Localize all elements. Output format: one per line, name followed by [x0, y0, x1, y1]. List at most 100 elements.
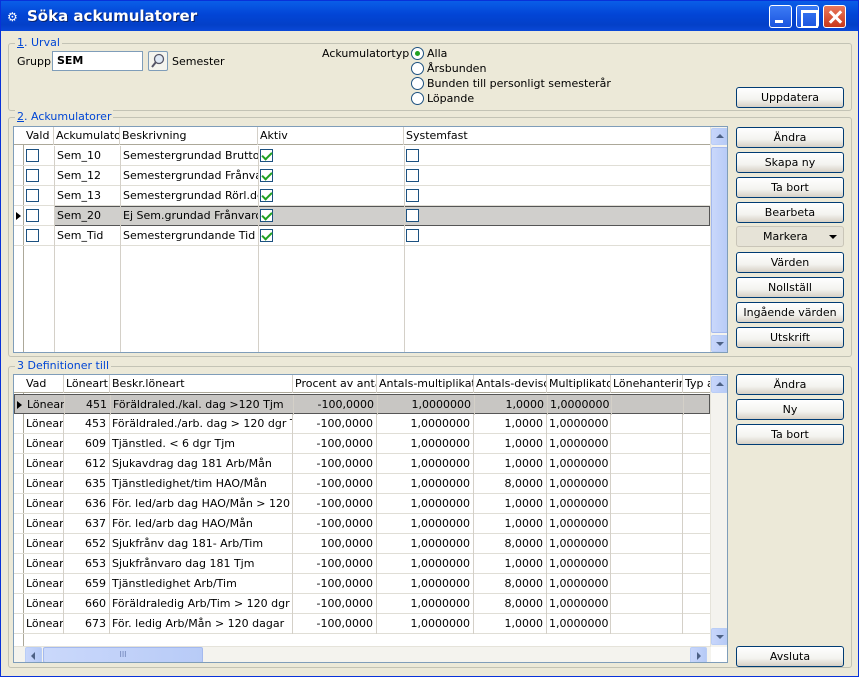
aktiv-checkbox[interactable]	[260, 229, 273, 242]
nollstall-button[interactable]: Nollställ	[736, 277, 844, 298]
andra-button[interactable]: Ändra	[736, 127, 844, 148]
scroll-down-button[interactable]	[711, 628, 727, 645]
antals-multiplikator-cell: 1,0000000	[378, 395, 475, 415]
vald-checkbox[interactable]	[26, 189, 39, 202]
col-loneart[interactable]: Löneart	[64, 375, 110, 393]
definition-row[interactable]: Löneart 673 För. ledig Arb/Mån > 120 dagar…	[14, 614, 710, 634]
definition-row[interactable]: Löneart 660 Föräldraledig Arb/Tim > 120 dg…	[14, 594, 710, 614]
scroll-up-button[interactable]	[711, 376, 727, 393]
avsluta-button[interactable]: Avsluta	[736, 646, 844, 667]
definition-row[interactable]: Löneart 659 Tjänstledighet Arb/Tim -100,000…	[14, 574, 710, 594]
radio-label: Löpande	[427, 92, 475, 105]
radio-arsbunden[interactable]: Årsbunden	[411, 62, 486, 75]
aktiv-checkbox[interactable]	[260, 169, 273, 182]
col-antals-devisor[interactable]: Antals-devisor	[474, 375, 547, 393]
bearbeta-button[interactable]: Bearbeta	[736, 202, 844, 223]
grupp-lookup-button[interactable]	[148, 51, 168, 71]
def-andra-button[interactable]: Ändra	[736, 374, 844, 395]
beskr-loneart-cell: Föräldraled./arb. dag > 120 dgr Tjm	[110, 414, 293, 434]
systemfast-checkbox[interactable]	[406, 149, 419, 162]
definition-row[interactable]: Löneart 635 Tjänstledighet/tim HAO/Mån -100…	[14, 474, 710, 494]
col-vad[interactable]: Vad	[24, 375, 64, 393]
markera-dropdown[interactable]: Markera	[736, 226, 844, 247]
ta-bort-button[interactable]: Ta bort	[736, 177, 844, 198]
aktiv-checkbox[interactable]	[260, 209, 273, 222]
definition-row[interactable]: Löneart 653 Sjukfrånvaro dag 181 Tjm -100,0…	[14, 554, 710, 574]
ackumulator-row[interactable]: Sem_13 Semestergrundad Rörl.del	[14, 186, 710, 206]
multiplikator-cell: 1,0000000	[547, 594, 611, 614]
col-systemfast[interactable]: Systemfast	[404, 127, 711, 145]
vad-cell: Löneart	[24, 614, 64, 634]
definition-row[interactable]: Löneart 612 Sjukavdrag dag 181 Arb/Mån -100…	[14, 454, 710, 474]
radio-label: Alla	[427, 47, 448, 60]
definitioner-vscroll[interactable]	[710, 375, 727, 647]
scroll-down-button[interactable]	[711, 335, 727, 352]
definition-row[interactable]: Löneart 636 För. led/arb dag HAO/Mån > 120…	[14, 494, 710, 514]
radio-bunden-personligt[interactable]: Bunden till personligt semesterår	[411, 77, 611, 90]
col-multiplikator[interactable]: Multiplikator	[547, 375, 611, 393]
col-typ[interactable]: Typ av	[683, 375, 711, 393]
def-ta-bort-button[interactable]: Ta bort	[736, 424, 844, 445]
radio-lopande[interactable]: Löpande	[411, 92, 474, 105]
vald-checkbox[interactable]	[26, 229, 39, 242]
radio-label: Årsbunden	[427, 62, 487, 75]
col-vald[interactable]: Vald	[24, 127, 54, 145]
systemfast-checkbox[interactable]	[406, 229, 419, 242]
systemfast-checkbox[interactable]	[406, 209, 419, 222]
col-beskrivning[interactable]: Beskrivning	[120, 127, 258, 145]
scroll-up-button[interactable]	[711, 128, 727, 145]
arrow-down-icon	[716, 342, 724, 346]
col-procent[interactable]: Procent av antal	[293, 375, 377, 393]
vad-cell: Löneart	[24, 514, 64, 534]
antals-devisor-cell: 8,0000	[474, 534, 547, 554]
markera-label: Markera	[763, 230, 808, 243]
ackumulator-row[interactable]: Sem_20 Ej Sem.grundad Frånvaro	[14, 206, 710, 226]
radio-alla[interactable]: Alla	[411, 47, 447, 60]
col-lonehantering[interactable]: Lönehantering	[611, 375, 683, 393]
ackumulator-row[interactable]: Sem_Tid Semestergrundande Tid	[14, 226, 710, 246]
definition-row[interactable]: Löneart 609 Tjänstled. < 6 dgr Tjm -100,000…	[14, 434, 710, 454]
antals-multiplikator-cell: 1,0000000	[377, 594, 474, 614]
empty-row	[14, 346, 710, 352]
ackumulatorer-vscroll[interactable]	[710, 127, 727, 352]
hscroll-thumb[interactable]: III	[43, 647, 203, 662]
vald-checkbox[interactable]	[26, 149, 39, 162]
title-bar[interactable]: ⚙ Söka ackumulatorer	[1, 1, 858, 31]
skapa-ny-button[interactable]: Skapa ny	[736, 152, 844, 173]
aktiv-checkbox[interactable]	[260, 189, 273, 202]
definition-row[interactable]: Löneart 637 För. led/arb dag HAO/Mån -100,0…	[14, 514, 710, 534]
ackumulator-row[interactable]: Sem_12 Semestergrundad Frånvaro	[14, 166, 710, 186]
grupp-input[interactable]: SEM	[52, 51, 143, 71]
vald-checkbox[interactable]	[26, 169, 39, 182]
vald-checkbox[interactable]	[26, 209, 39, 222]
ackumulator-row[interactable]: Sem_10 Semestergrundad Bruttolön	[14, 146, 710, 166]
utskrift-button[interactable]: Utskrift	[736, 327, 844, 348]
ingaende-varden-button[interactable]: Ingående värden	[736, 302, 844, 323]
varden-button[interactable]: Värden	[736, 252, 844, 273]
aktiv-checkbox[interactable]	[260, 149, 273, 162]
maximize-button[interactable]	[796, 5, 819, 28]
scroll-thumb[interactable]	[711, 147, 727, 333]
definitioner-hscroll[interactable]: III	[14, 646, 711, 662]
def-ny-button[interactable]: Ny	[736, 399, 844, 420]
close-button[interactable]	[823, 5, 846, 28]
col-ackumulator[interactable]: Ackumulator	[54, 127, 120, 145]
definition-row[interactable]: Löneart 652 Sjukfrånv dag 181- Arb/Tim 100,…	[14, 534, 710, 554]
scroll-right-button[interactable]	[690, 647, 707, 662]
vad-cell: Löneart	[24, 414, 64, 434]
procent-cell: -100,0000	[294, 395, 378, 415]
systemfast-checkbox[interactable]	[406, 169, 419, 182]
col-antals-multiplikator[interactable]: Antals-multiplikator	[377, 375, 474, 393]
antals-devisor-cell: 1,0000	[475, 395, 548, 415]
procent-cell: -100,0000	[293, 614, 377, 634]
systemfast-checkbox[interactable]	[406, 189, 419, 202]
uppdatera-button[interactable]: Uppdatera	[736, 87, 844, 108]
col-beskr-loneart[interactable]: Beskr.löneart	[110, 375, 293, 393]
multiplikator-cell: 1,0000000	[548, 395, 612, 415]
col-aktiv[interactable]: Aktiv	[258, 127, 404, 145]
definition-row[interactable]: Löneart 453 Föräldraled./arb. dag > 120 dg…	[14, 414, 710, 434]
minimize-button[interactable]	[769, 5, 792, 28]
scroll-left-button[interactable]	[25, 647, 42, 662]
definition-row[interactable]: Löneart 451 Föräldraled./kal. dag >120 Tjm…	[14, 394, 710, 415]
arrow-up-icon	[716, 134, 724, 138]
